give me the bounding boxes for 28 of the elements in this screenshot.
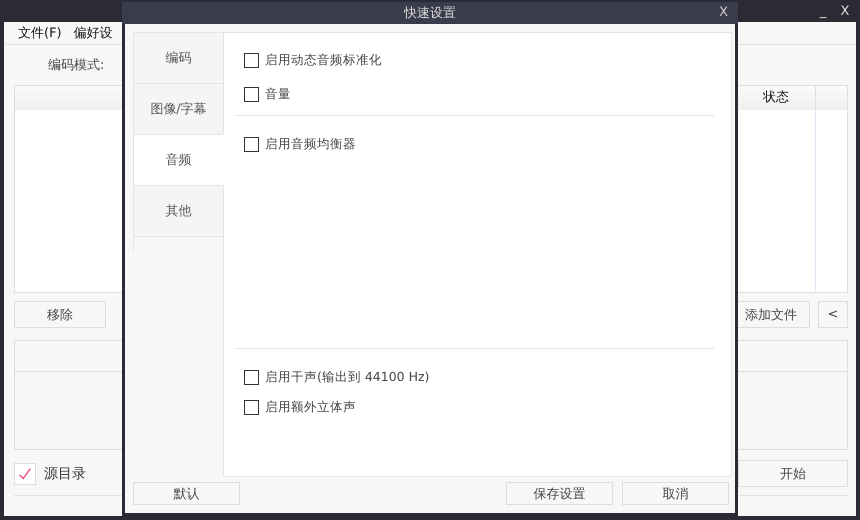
checkbox[interactable] bbox=[244, 370, 259, 385]
menu-item[interactable]: 偏好设 bbox=[74, 24, 113, 42]
start-button[interactable]: 开始 bbox=[738, 460, 848, 487]
save-settings-button[interactable]: 保存设置 bbox=[506, 482, 613, 505]
tab[interactable]: 其他 bbox=[133, 185, 224, 236]
checkbox-label: 启用额外立体声 bbox=[265, 399, 356, 416]
checkbox-label: 音量 bbox=[265, 86, 291, 103]
close-button[interactable]: X bbox=[836, 4, 854, 18]
checkbox-label: 启用音频均衡器 bbox=[265, 136, 356, 153]
default-button[interactable]: 默认 bbox=[133, 482, 240, 505]
checkbox-label: 启用干声(输出到 44100 Hz) bbox=[265, 369, 430, 386]
close-button[interactable]: X bbox=[719, 5, 728, 20]
encoding-mode-label: 编码模式: bbox=[48, 57, 104, 74]
checkbox-label: 启用动态音频标准化 bbox=[265, 52, 382, 69]
checkbox[interactable] bbox=[244, 87, 259, 102]
tab[interactable]: 图像/字幕 bbox=[133, 83, 224, 134]
checkbox[interactable] bbox=[244, 137, 259, 152]
checkbox[interactable] bbox=[244, 53, 259, 68]
cancel-button[interactable]: 取消 bbox=[622, 482, 729, 505]
tab[interactable]: 音频 bbox=[133, 134, 224, 185]
menu-item[interactable]: 文件(F) bbox=[18, 24, 62, 42]
tab[interactable]: 编码 bbox=[133, 32, 224, 83]
collapse-button[interactable]: < bbox=[818, 301, 848, 328]
dialog-title: 快速设置 bbox=[404, 5, 456, 22]
checkbox[interactable] bbox=[244, 400, 259, 415]
remove-button[interactable]: 移除 bbox=[14, 301, 106, 328]
checkbox-label: 源目录 bbox=[44, 464, 86, 482]
minimize-button[interactable]: _ bbox=[814, 4, 832, 18]
